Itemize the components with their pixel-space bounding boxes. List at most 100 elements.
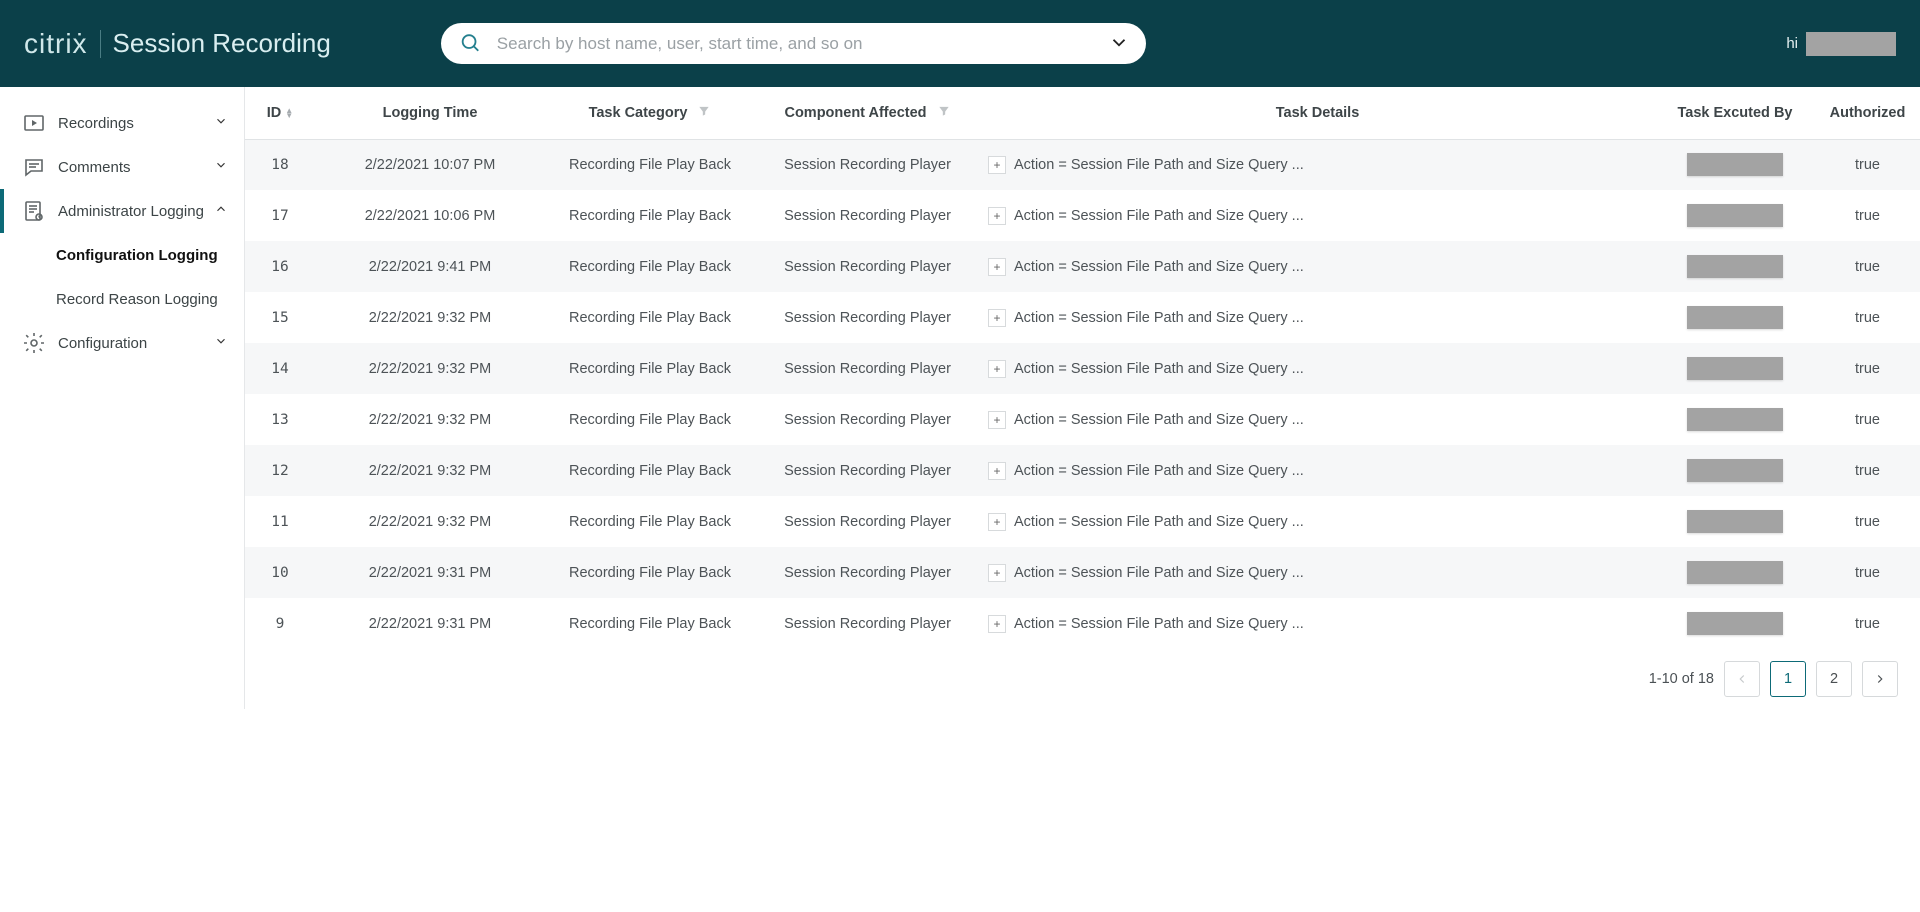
- cell-component: Session Recording Player: [755, 547, 980, 598]
- user-redacted: [1687, 357, 1783, 380]
- page-next-button[interactable]: [1862, 661, 1898, 697]
- table-row[interactable]: 102/22/2021 9:31 PMRecording File Play B…: [245, 547, 1920, 598]
- expand-row-button[interactable]: +: [988, 207, 1006, 225]
- brand-separator: [100, 30, 101, 58]
- sidebar-item-configuration[interactable]: Configuration: [0, 321, 244, 365]
- table-row[interactable]: 92/22/2021 9:31 PMRecording File Play Ba…: [245, 598, 1920, 649]
- filter-icon[interactable]: [937, 104, 951, 122]
- table-row[interactable]: 162/22/2021 9:41 PMRecording File Play B…: [245, 241, 1920, 292]
- cell-authorized: true: [1815, 292, 1920, 343]
- cell-component: Session Recording Player: [755, 394, 980, 445]
- cell-details: +Action = Session File Path and Size Que…: [980, 292, 1655, 343]
- page-1-button[interactable]: 1: [1770, 661, 1806, 697]
- expand-row-button[interactable]: +: [988, 513, 1006, 531]
- cell-executed-by: [1655, 241, 1815, 292]
- cell-authorized: true: [1815, 598, 1920, 649]
- cell-details: +Action = Session File Path and Size Que…: [980, 139, 1655, 190]
- cell-details: +Action = Session File Path and Size Que…: [980, 445, 1655, 496]
- expand-row-button[interactable]: +: [988, 462, 1006, 480]
- sidebar-sub-record-reason-logging[interactable]: Record Reason Logging: [0, 277, 244, 321]
- pagination: 1-10 of 18 1 2: [245, 649, 1920, 709]
- chevron-down-icon: [214, 158, 228, 176]
- cell-authorized: true: [1815, 496, 1920, 547]
- search-input[interactable]: [441, 23, 1146, 64]
- cell-details: +Action = Session File Path and Size Que…: [980, 598, 1655, 649]
- cell-authorized: true: [1815, 343, 1920, 394]
- page-prev-button[interactable]: [1724, 661, 1760, 697]
- cell-time: 2/22/2021 9:41 PM: [315, 241, 545, 292]
- user-redacted: [1687, 306, 1783, 329]
- app-header: citriẋ Session Recording hi: [0, 0, 1920, 87]
- cell-component: Session Recording Player: [755, 598, 980, 649]
- expand-row-button[interactable]: +: [988, 564, 1006, 582]
- table-row[interactable]: 132/22/2021 9:32 PMRecording File Play B…: [245, 394, 1920, 445]
- table-row[interactable]: 152/22/2021 9:32 PMRecording File Play B…: [245, 292, 1920, 343]
- expand-row-button[interactable]: +: [988, 615, 1006, 633]
- table-row[interactable]: 172/22/2021 10:06 PMRecording File Play …: [245, 190, 1920, 241]
- cell-authorized: true: [1815, 547, 1920, 598]
- cell-category: Recording File Play Back: [545, 190, 755, 241]
- col-component-affected[interactable]: Component Affected: [755, 87, 980, 139]
- sidebar-item-label: Recordings: [58, 115, 134, 132]
- cell-time: 2/22/2021 10:07 PM: [315, 139, 545, 190]
- cell-component: Session Recording Player: [755, 343, 980, 394]
- pagination-summary: 1-10 of 18: [1649, 671, 1714, 687]
- expand-row-button[interactable]: +: [988, 258, 1006, 276]
- page-2-button[interactable]: 2: [1816, 661, 1852, 697]
- cell-time: 2/22/2021 9:32 PM: [315, 445, 545, 496]
- cell-category: Recording File Play Back: [545, 292, 755, 343]
- cell-time: 2/22/2021 9:32 PM: [315, 292, 545, 343]
- expand-row-button[interactable]: +: [988, 309, 1006, 327]
- cell-category: Recording File Play Back: [545, 547, 755, 598]
- col-id[interactable]: ID▲▼: [245, 87, 315, 139]
- table-row[interactable]: 112/22/2021 9:32 PMRecording File Play B…: [245, 496, 1920, 547]
- brand: citriẋ Session Recording: [24, 28, 331, 60]
- sidebar: Recordings Comments Administrator Loggin…: [0, 87, 245, 709]
- comment-icon: [22, 155, 46, 179]
- search-wrapper: [441, 23, 1146, 64]
- cell-time: 2/22/2021 9:32 PM: [315, 394, 545, 445]
- expand-row-button[interactable]: +: [988, 360, 1006, 378]
- col-task-executed-by[interactable]: Task Excuted By: [1655, 87, 1815, 139]
- sidebar-item-recordings[interactable]: Recordings: [0, 101, 244, 145]
- col-task-category[interactable]: Task Category: [545, 87, 755, 139]
- filter-icon[interactable]: [697, 104, 711, 122]
- cell-time: 2/22/2021 10:06 PM: [315, 190, 545, 241]
- main-content: ID▲▼ Logging Time Task Category Componen…: [245, 87, 1920, 709]
- cell-category: Recording File Play Back: [545, 598, 755, 649]
- table-row[interactable]: 142/22/2021 9:32 PMRecording File Play B…: [245, 343, 1920, 394]
- user-name-redacted: [1806, 32, 1896, 56]
- table-row[interactable]: 122/22/2021 9:32 PMRecording File Play B…: [245, 445, 1920, 496]
- sort-icon: ▲▼: [285, 108, 293, 118]
- app-name: Session Recording: [113, 28, 331, 59]
- user-redacted: [1687, 459, 1783, 482]
- user-redacted: [1687, 255, 1783, 278]
- sidebar-sub-config-logging[interactable]: Configuration Logging: [0, 233, 244, 277]
- cell-executed-by: [1655, 190, 1815, 241]
- user-area[interactable]: hi: [1786, 32, 1896, 56]
- cell-component: Session Recording Player: [755, 139, 980, 190]
- sidebar-sub-label: Record Reason Logging: [56, 291, 218, 308]
- expand-row-button[interactable]: +: [988, 156, 1006, 174]
- cell-category: Recording File Play Back: [545, 241, 755, 292]
- col-authorized[interactable]: Authorized: [1815, 87, 1920, 139]
- user-greeting: hi: [1786, 35, 1798, 52]
- log-table: ID▲▼ Logging Time Task Category Componen…: [245, 87, 1920, 649]
- col-logging-time[interactable]: Logging Time: [315, 87, 545, 139]
- cell-executed-by: [1655, 547, 1815, 598]
- table-row[interactable]: 182/22/2021 10:07 PMRecording File Play …: [245, 139, 1920, 190]
- col-task-details[interactable]: Task Details: [980, 87, 1655, 139]
- sidebar-item-comments[interactable]: Comments: [0, 145, 244, 189]
- cell-authorized: true: [1815, 445, 1920, 496]
- play-icon: [22, 111, 46, 135]
- expand-row-button[interactable]: +: [988, 411, 1006, 429]
- cell-executed-by: [1655, 292, 1815, 343]
- sidebar-item-admin-logging[interactable]: Administrator Logging: [0, 189, 244, 233]
- sidebar-item-label: Administrator Logging: [58, 203, 204, 220]
- cell-authorized: true: [1815, 190, 1920, 241]
- cell-time: 2/22/2021 9:31 PM: [315, 598, 545, 649]
- chevron-up-icon: [214, 202, 228, 220]
- cell-executed-by: [1655, 598, 1815, 649]
- search-dropdown-toggle[interactable]: [1108, 31, 1130, 56]
- cell-authorized: true: [1815, 241, 1920, 292]
